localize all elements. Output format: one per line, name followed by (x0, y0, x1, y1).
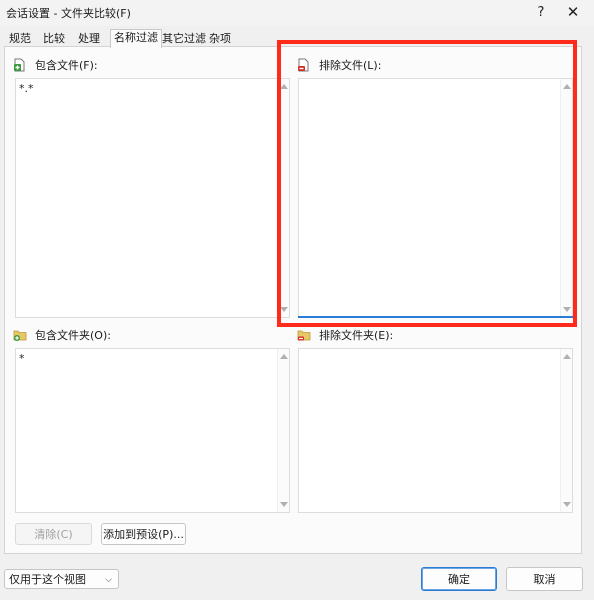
include-files-input[interactable]: *.* (15, 78, 290, 318)
exclude-files-scrollbar[interactable] (560, 79, 572, 317)
tab-compare[interactable]: 比较 (40, 31, 68, 47)
scroll-up-icon[interactable] (280, 354, 288, 359)
exclude-files-label: 排除文件(L): (319, 59, 382, 72)
include-folders-scrollbar[interactable] (277, 349, 289, 512)
include-files-group: 包含文件(F): (13, 57, 98, 73)
file-plus-icon (13, 58, 27, 72)
tab-strip: 规范 比较 处理 名称过滤 其它过滤 杂项 (0, 29, 594, 48)
folder-plus-icon (13, 328, 27, 342)
tab-rules[interactable]: 规范 (6, 31, 34, 47)
scroll-up-icon[interactable] (563, 354, 571, 359)
include-folders-input[interactable]: * (15, 348, 290, 513)
scroll-down-icon[interactable] (280, 502, 288, 507)
exclude-folders-scrollbar[interactable] (560, 349, 572, 512)
scroll-up-icon[interactable] (563, 84, 571, 89)
scope-select[interactable]: 仅用于这个视图 ⌵ (4, 569, 119, 589)
include-folders-group: 包含文件夹(O): (13, 327, 111, 343)
exclude-files-focus-underline (298, 316, 573, 318)
file-minus-icon (297, 58, 311, 72)
window-title: 会话设置 - 文件夹比较(F) (6, 7, 131, 20)
chevron-down-icon: ⌵ (105, 575, 112, 585)
tab-misc[interactable]: 杂项 (206, 31, 234, 47)
tab-other-filters[interactable]: 其它过滤 (159, 31, 209, 47)
exclude-folders-input[interactable] (298, 348, 573, 513)
include-files-value: *.* (19, 82, 34, 95)
exclude-files-group: 排除文件(L): (297, 57, 381, 73)
folder-minus-icon (297, 328, 311, 342)
title-bar: 会话设置 - 文件夹比较(F) ? ✕ (0, 0, 594, 26)
exclude-files-input[interactable] (298, 78, 573, 318)
exclude-folders-label: 排除文件夹(E): (319, 329, 394, 342)
scroll-down-icon[interactable] (280, 307, 288, 312)
scroll-up-icon[interactable] (280, 84, 288, 89)
tab-name-filters[interactable]: 名称过滤 (110, 29, 162, 48)
include-folders-value: * (19, 352, 25, 365)
scroll-down-icon[interactable] (563, 502, 571, 507)
add-to-presets-button[interactable]: 添加到预设(P)... (101, 523, 186, 545)
include-files-label: 包含文件(F): (35, 59, 98, 72)
close-button[interactable]: ✕ (556, 0, 590, 24)
include-folders-label: 包含文件夹(O): (35, 329, 111, 342)
tab-handling[interactable]: 处理 (75, 31, 103, 47)
clear-button[interactable]: 清除(C) (15, 523, 92, 545)
include-files-scrollbar[interactable] (277, 79, 289, 317)
help-button[interactable]: ? (524, 0, 558, 24)
cancel-button[interactable]: 取消 (506, 567, 583, 591)
ok-button[interactable]: 确定 (421, 567, 497, 591)
exclude-folders-group: 排除文件夹(E): (297, 327, 393, 343)
scope-select-value: 仅用于这个视图 (9, 573, 86, 586)
scroll-down-icon[interactable] (563, 307, 571, 312)
